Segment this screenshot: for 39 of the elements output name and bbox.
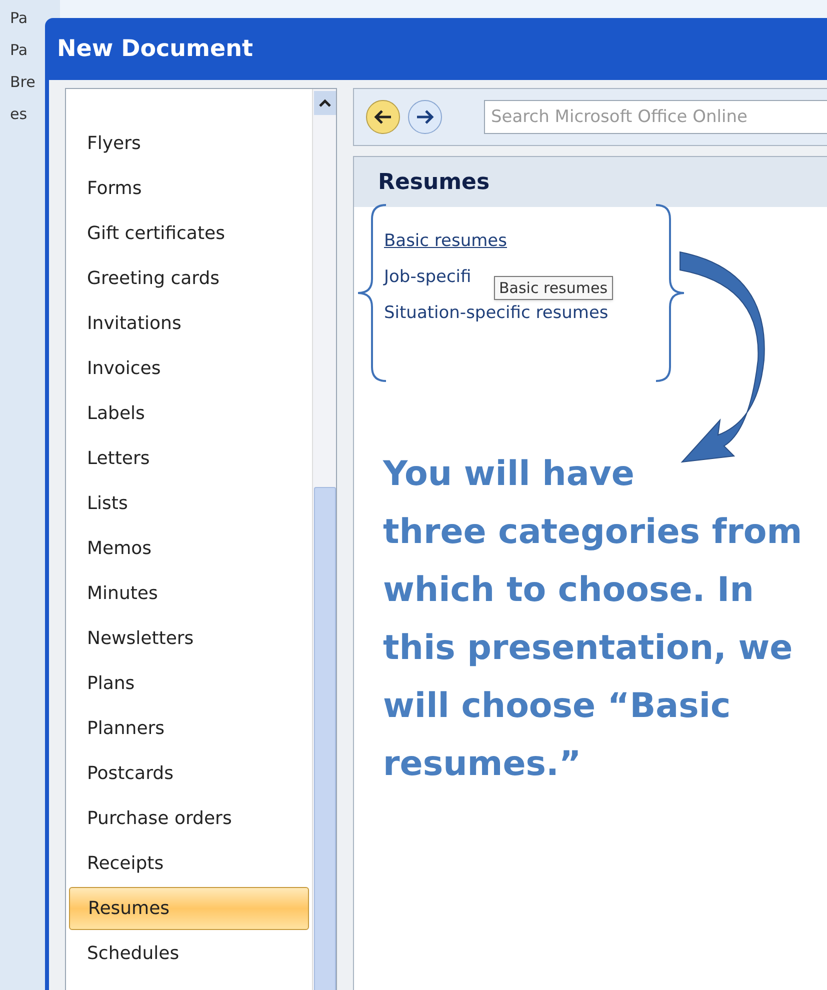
category-item[interactable]: Purchase orders [69, 796, 309, 841]
ribbon-label: es [9, 104, 28, 125]
left-arrow-icon [374, 110, 392, 124]
right-brace-icon [654, 203, 686, 383]
scrollbar[interactable] [312, 89, 336, 990]
search-field[interactable]: Search Microsoft Office Online [484, 100, 827, 134]
scroll-thumb[interactable] [314, 487, 336, 990]
category-item[interactable]: Lists [69, 481, 309, 526]
section-title: Resumes [378, 168, 490, 196]
category-item[interactable]: Plans [69, 661, 309, 706]
tooltip: Basic resumes [494, 276, 613, 300]
category-item[interactable]: Newsletters [69, 616, 309, 661]
category-item[interactable]: Receipts [69, 841, 309, 886]
category-item[interactable]: Resumes [69, 887, 309, 930]
category-item[interactable]: Letters [69, 436, 309, 481]
template-category[interactable]: Situation-specific resumes [384, 301, 608, 323]
category-item[interactable]: Invitations [69, 301, 309, 346]
window-title: New Document [57, 34, 253, 64]
right-arrow-icon [416, 110, 434, 124]
annotation-text: You will have three categories from which to choose. In this presentation, we will choose “Basic resumes.” [383, 453, 802, 786]
category-item[interactable]: Gift certificates [69, 211, 309, 256]
category-item[interactable]: Forms [69, 166, 309, 211]
category-item[interactable]: Memos [69, 526, 309, 571]
category-item[interactable]: Planners [69, 706, 309, 751]
forward-button[interactable] [408, 100, 442, 134]
category-item[interactable]: Minutes [69, 571, 309, 616]
category-item[interactable]: Postcards [69, 751, 309, 796]
scroll-up-button[interactable] [314, 91, 336, 115]
back-button[interactable] [366, 100, 400, 134]
ribbon-label: Bre [9, 72, 36, 93]
category-item[interactable]: Schedules [69, 931, 309, 976]
ribbon-label: Pa [9, 40, 29, 61]
category-item[interactable]: Invoices [69, 346, 309, 391]
category-item[interactable]: Greeting cards [69, 256, 309, 301]
ribbon-label: Pa [9, 8, 29, 29]
category-item[interactable]: Flyers [69, 121, 309, 166]
category-item[interactable]: Labels [69, 391, 309, 436]
template-link[interactable]: Basic resumes [384, 229, 507, 251]
template-category[interactable]: Job-specifi [384, 265, 472, 287]
